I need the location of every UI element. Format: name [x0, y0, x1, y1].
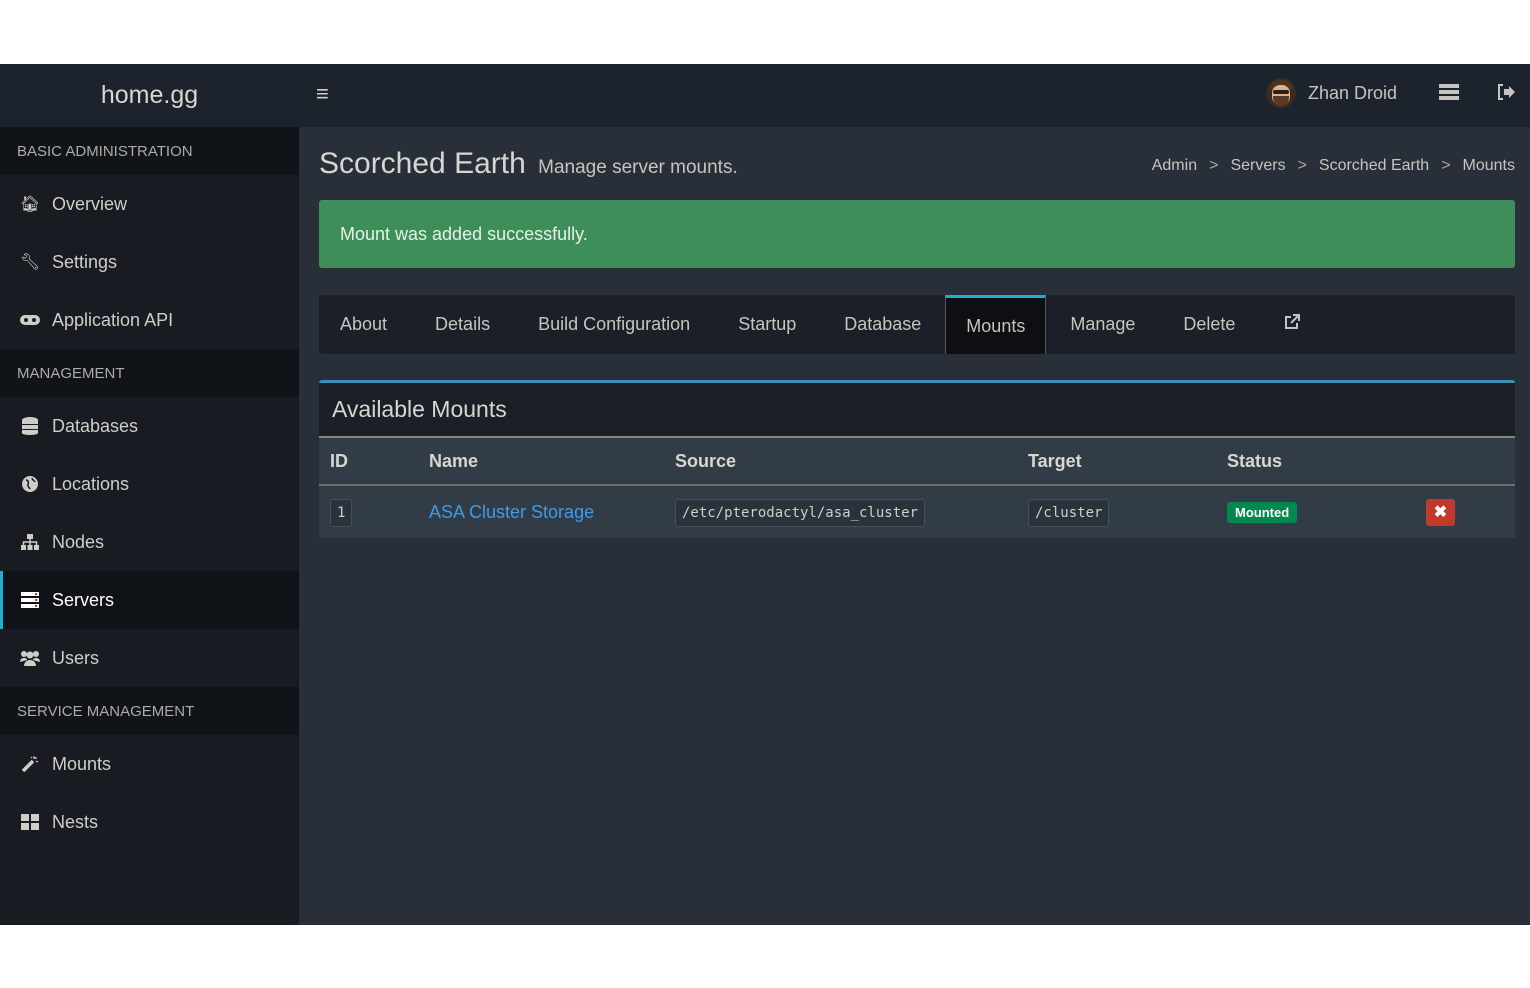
external-link-icon	[1283, 313, 1301, 336]
magic-icon	[20, 755, 40, 773]
sidebar-header-service-management: SERVICE MANAGEMENT	[0, 687, 299, 735]
sidebar-item-label: Databases	[52, 416, 138, 437]
tab-mounts[interactable]: Mounts	[945, 295, 1046, 354]
mount-source: /etc/pterodactyl/asa_cluster	[675, 499, 925, 527]
sidebar-item-application-api[interactable]: Application API	[0, 291, 299, 349]
sidebar-item-mounts[interactable]: Mounts	[0, 735, 299, 793]
breadcrumb-servers[interactable]: Servers	[1230, 157, 1285, 175]
available-mounts-box: Available Mounts ID Name Source Target S…	[319, 380, 1515, 537]
server-icon	[20, 592, 40, 608]
delete-mount-button[interactable]: ✖	[1426, 499, 1455, 526]
tab-details[interactable]: Details	[411, 295, 514, 354]
page-title-text: Scorched Earth	[319, 147, 526, 180]
sidebar-item-nests[interactable]: Nests	[0, 793, 299, 851]
close-icon: ✖	[1434, 502, 1447, 522]
tab-manage[interactable]: Manage	[1046, 295, 1159, 354]
status-badge: Mounted	[1227, 502, 1297, 523]
breadcrumb-separator: >	[1441, 157, 1450, 175]
user-name: Zhan Droid	[1308, 83, 1397, 104]
top-navbar: home.gg ≡ Zhan Droid	[0, 64, 1530, 127]
sidebar-item-databases[interactable]: Databases	[0, 397, 299, 455]
wrench-icon: 🔧︎	[20, 252, 40, 272]
tab-build-configuration[interactable]: Build Configuration	[514, 295, 714, 354]
box-title: Available Mounts	[319, 383, 1515, 438]
sidebar-item-label: Locations	[52, 474, 129, 495]
server-tabs: About Details Build Configuration Startu…	[319, 295, 1515, 354]
tab-delete[interactable]: Delete	[1159, 295, 1259, 354]
sidebar-item-label: Servers	[52, 590, 114, 611]
sidebar-item-label: Mounts	[52, 754, 111, 775]
sitemap-icon	[20, 534, 40, 550]
th-large-icon	[20, 814, 40, 830]
sidebar-item-label: Nodes	[52, 532, 104, 553]
sidebar-item-label: Overview	[52, 194, 127, 215]
table-row: 1 ASA Cluster Storage /etc/pterodactyl/a…	[319, 486, 1515, 538]
sidebar-item-servers[interactable]: Servers	[0, 571, 299, 629]
breadcrumb-server[interactable]: Scorched Earth	[1319, 157, 1429, 175]
menu-toggle-icon[interactable]: ≡	[316, 84, 336, 104]
user-menu[interactable]: Zhan Droid	[1266, 78, 1397, 108]
sidebar-header-management: MANAGEMENT	[0, 349, 299, 397]
column-header-id: ID	[330, 451, 348, 472]
mount-name-link[interactable]: ASA Cluster Storage	[429, 502, 594, 523]
success-alert: Mount was added successfully.	[319, 200, 1515, 268]
table-header: ID Name Source Target Status	[319, 438, 1515, 486]
globe-icon	[20, 476, 40, 492]
mount-target: /cluster	[1028, 499, 1109, 527]
sidebar-item-overview[interactable]: 🏠︎ Overview	[0, 175, 299, 233]
avatar	[1266, 78, 1296, 108]
server-list-icon[interactable]	[1439, 84, 1459, 105]
tab-about[interactable]: About	[319, 295, 411, 354]
sidebar-item-nodes[interactable]: Nodes	[0, 513, 299, 571]
sidebar-item-locations[interactable]: Locations	[0, 455, 299, 513]
page-subtitle: Manage server mounts.	[538, 157, 738, 178]
sidebar-header-basic: BASIC ADMINISTRATION	[0, 127, 299, 175]
breadcrumb-admin[interactable]: Admin	[1152, 157, 1197, 175]
logout-icon[interactable]	[1497, 84, 1515, 105]
sidebar-item-label: Settings	[52, 252, 117, 273]
breadcrumb-separator: >	[1298, 157, 1307, 175]
tab-external-link[interactable]	[1259, 295, 1325, 354]
tab-startup[interactable]: Startup	[714, 295, 820, 354]
users-icon	[20, 650, 40, 666]
column-header-target: Target	[1028, 451, 1082, 472]
home-icon: 🏠︎	[20, 194, 40, 214]
sidebar-item-label: Application API	[52, 310, 173, 331]
app-frame: home.gg ≡ Zhan Droid BASIC ADMINISTRATIO…	[0, 64, 1530, 925]
page-title: Scorched Earth Manage server mounts.	[319, 147, 738, 181]
column-header-source: Source	[675, 451, 736, 472]
column-header-status: Status	[1227, 451, 1282, 472]
gamepad-icon	[20, 314, 40, 326]
sidebar-item-label: Nests	[52, 812, 98, 833]
breadcrumb-mounts: Mounts	[1463, 157, 1515, 175]
mount-id: 1	[330, 499, 352, 527]
tab-database[interactable]: Database	[820, 295, 945, 354]
breadcrumb-separator: >	[1209, 157, 1218, 175]
sidebar-item-users[interactable]: Users	[0, 629, 299, 687]
logo[interactable]: home.gg	[0, 64, 299, 127]
column-header-name: Name	[429, 451, 478, 472]
sidebar-item-label: Users	[52, 648, 99, 669]
database-icon	[20, 417, 40, 435]
sidebar-item-settings[interactable]: 🔧︎ Settings	[0, 233, 299, 291]
breadcrumb: Admin > Servers > Scorched Earth > Mount…	[1152, 157, 1515, 175]
sidebar: BASIC ADMINISTRATION 🏠︎ Overview 🔧︎ Sett…	[0, 127, 299, 925]
